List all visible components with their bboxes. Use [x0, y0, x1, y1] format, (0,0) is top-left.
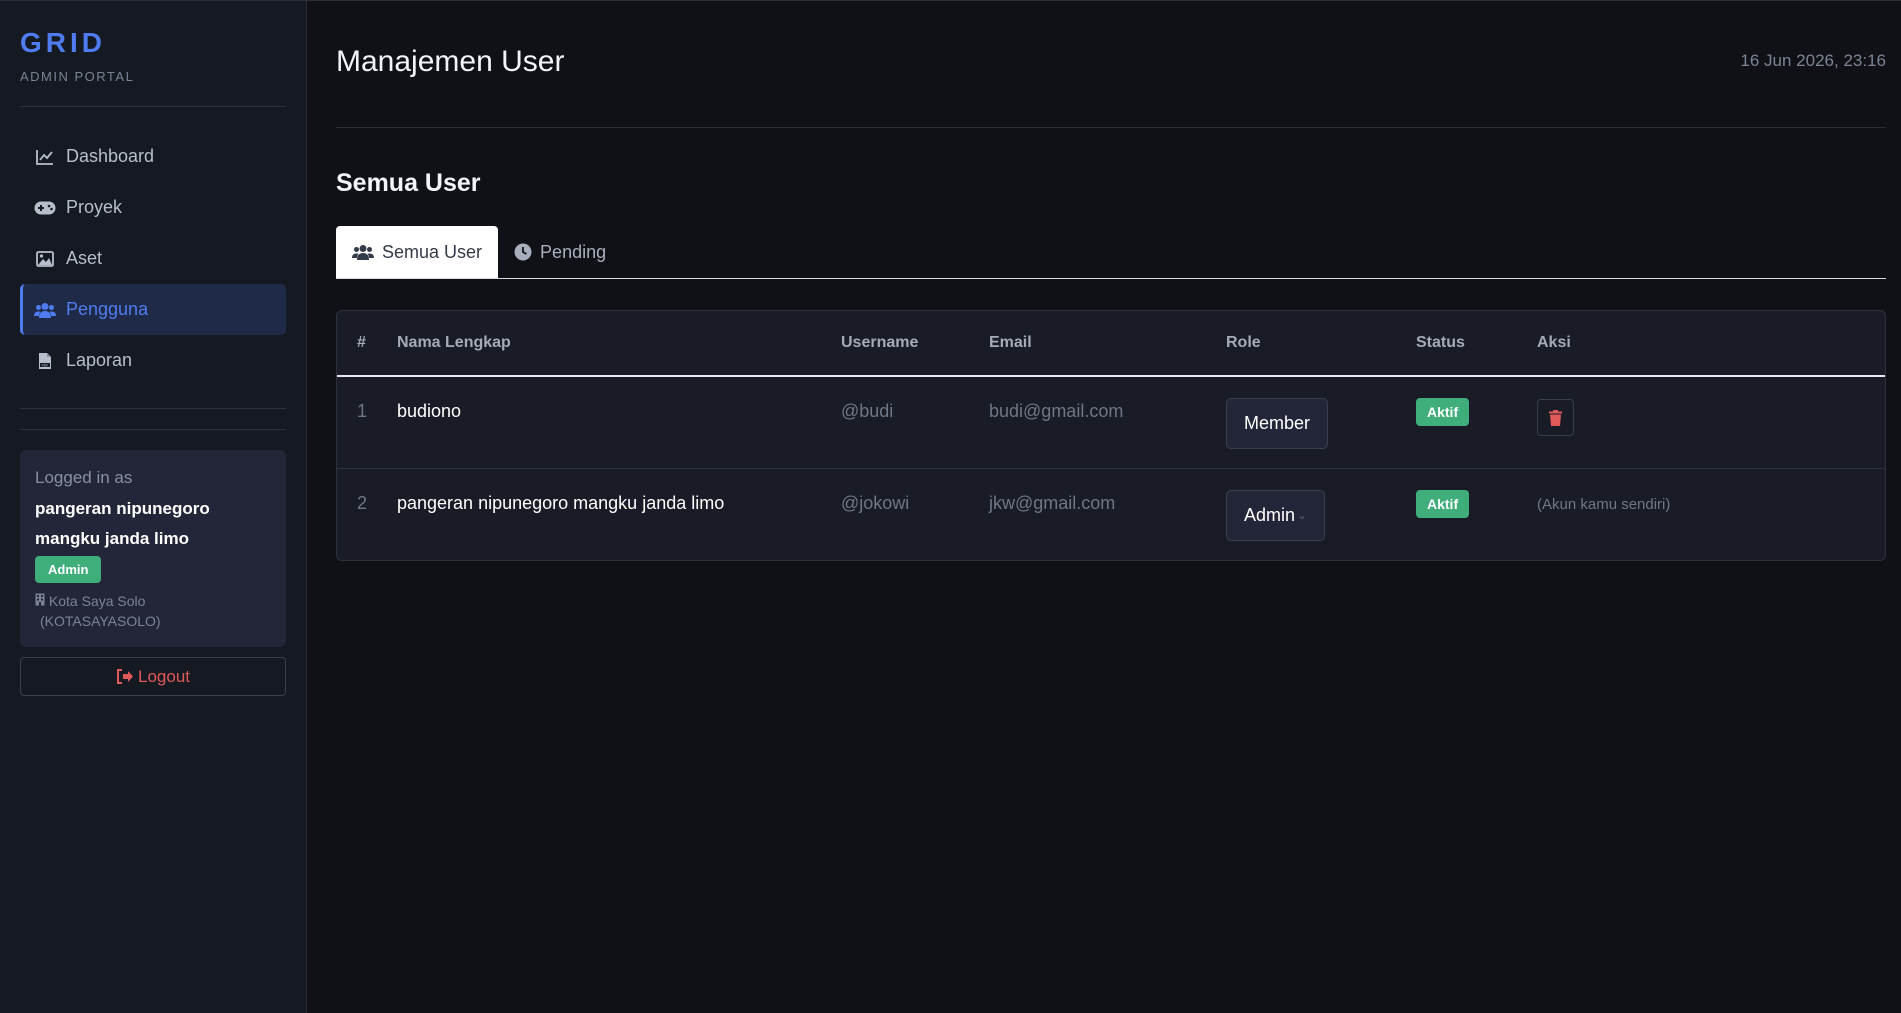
delete-user-button[interactable]: [1537, 399, 1574, 436]
image-icon: [34, 248, 56, 270]
column-header-actions: Aksi: [1517, 311, 1885, 377]
svg-text:PDF: PDF: [41, 363, 48, 367]
table-header-row: # Nama Lengkap Username Email Role Statu…: [337, 311, 1885, 377]
column-header-status: Status: [1396, 311, 1517, 377]
tab-label: Pending: [540, 241, 607, 262]
organization: Kota Saya Solo (KOTASAYASOLO): [35, 591, 271, 631]
tab-bar: Semua User Pending: [336, 226, 1886, 279]
tab-pending[interactable]: Pending: [498, 226, 622, 278]
row-username: @budi: [821, 376, 969, 469]
row-actions-cell: [1517, 376, 1885, 469]
row-name: budiono: [377, 376, 821, 469]
column-header-name: Nama Lengkap: [377, 311, 821, 377]
sidebar-nav: Dashboard Proyek Aset Pengguna PDF Lapor…: [20, 131, 286, 386]
row-role-cell: Admin ⌄: [1206, 468, 1396, 560]
own-account-note: (Akun kamu sendiri): [1537, 495, 1671, 513]
building-icon: [35, 593, 49, 609]
sidebar-item-aset[interactable]: Aset: [20, 233, 286, 284]
column-header-email: Email: [969, 311, 1206, 377]
table-row: 2 pangeran nipunegoro mangku janda limo …: [337, 468, 1885, 560]
sidebar-item-label: Pengguna: [66, 299, 149, 319]
role-select[interactable]: Member: [1226, 398, 1329, 449]
gamepad-icon: [34, 197, 56, 219]
chevron-down-icon: ⌄: [1297, 508, 1308, 522]
column-header-no: #: [337, 311, 377, 377]
clock-icon: [514, 243, 532, 261]
status-badge: Aktif: [1416, 489, 1470, 518]
status-badge: Aktif: [1416, 398, 1470, 426]
row-number: 1: [337, 376, 377, 469]
sign-out-icon: [116, 669, 134, 684]
column-header-username: Username: [821, 311, 969, 377]
user-name: pangeran nipunegoro mangku janda limo: [35, 499, 210, 548]
org-name: Kota Saya Solo: [48, 593, 146, 609]
sidebar-item-label: Dashboard: [66, 146, 155, 166]
brand-subtitle: ADMIN PORTAL: [20, 69, 135, 84]
sidebar-item-label: Aset: [66, 248, 103, 268]
sidebar-item-dashboard[interactable]: Dashboard: [20, 131, 286, 182]
row-number: 2: [357, 492, 368, 513]
sidebar-item-laporan[interactable]: PDF Laporan: [20, 335, 286, 386]
section-title: Semua User: [336, 169, 481, 197]
sidebar-item-label: Proyek: [66, 197, 123, 217]
role-select-value: Admin: [1244, 504, 1296, 525]
row-email: budi@gmail.com: [969, 376, 1206, 469]
row-actions-cell: (Akun kamu sendiri): [1517, 468, 1885, 560]
header: Manajemen User 16 Jun 2026, 23:16: [336, 1, 1886, 128]
role-badge: Admin: [35, 556, 102, 583]
timestamp: 16 Jun 2026, 23:16: [1740, 51, 1886, 70]
main-content: Manajemen User 16 Jun 2026, 23:16 Semua …: [307, 1, 1901, 1013]
row-name: pangeran nipunegoro mangku janda limo: [397, 492, 725, 513]
chart-line-icon: [34, 146, 56, 168]
app-root: GRID ADMIN PORTAL Dashboard Proyek Aset: [0, 0, 1901, 1013]
brand-title: GRID: [20, 27, 106, 58]
role-select[interactable]: Admin ⌄: [1226, 489, 1326, 541]
sidebar-divider: [20, 429, 286, 430]
logged-in-label: Logged in as: [35, 468, 133, 487]
trash-icon: [1549, 409, 1562, 426]
sidebar-item-pengguna[interactable]: Pengguna: [20, 284, 286, 335]
row-email: jkw@gmail.com: [989, 492, 1116, 513]
tab-label: Semua User: [382, 241, 483, 262]
sidebar-item-proyek[interactable]: Proyek: [20, 182, 286, 233]
org-code: (KOTASAYASOLO): [40, 613, 161, 629]
role-select-value: Member: [1244, 413, 1311, 433]
logout-button[interactable]: Logout: [20, 657, 286, 696]
tab-semua-user[interactable]: Semua User: [336, 226, 499, 278]
column-header-role: Role: [1206, 311, 1396, 377]
table-row: 1 budiono @budi budi@gmail.com Member Ak…: [337, 376, 1885, 469]
user-card: Logged in as pangeran nipunegoro mangku …: [20, 450, 286, 647]
sidebar-divider: [20, 106, 286, 107]
users-table-grid: # Nama Lengkap Username Email Role Statu…: [337, 311, 1885, 560]
sidebar-divider: [20, 408, 286, 409]
sidebar-item-label: Laporan: [66, 350, 133, 370]
users-table: # Nama Lengkap Username Email Role Statu…: [336, 310, 1886, 561]
sidebar: GRID ADMIN PORTAL Dashboard Proyek Aset: [0, 1, 307, 1013]
page-title: Manajemen User: [336, 45, 565, 78]
users-icon: [352, 244, 374, 260]
logout-label: Logout: [138, 666, 190, 686]
row-status-cell: Aktif: [1396, 376, 1517, 469]
row-role-cell: Member: [1206, 376, 1396, 469]
row-status-cell: Aktif: [1396, 468, 1517, 560]
users-icon: [34, 299, 56, 321]
file-pdf-icon: PDF: [34, 350, 56, 372]
row-username: @jokowi: [841, 492, 910, 513]
